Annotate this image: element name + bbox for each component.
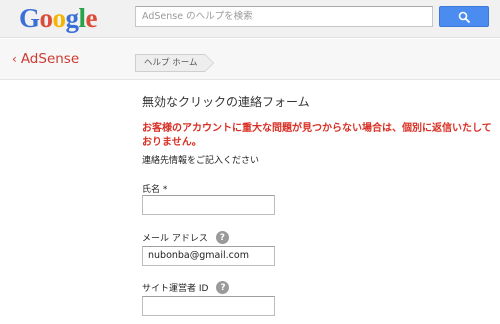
search-icon	[458, 11, 470, 23]
sub-header: ‹ AdSense ヘルプ ホーム	[0, 39, 500, 80]
logo-letter: g	[65, 3, 80, 33]
warning-message: お客様のアカウントに重大な問題が見つからない場合は、個別に返信いたしておりません…	[142, 123, 492, 148]
publisher-id-field[interactable]	[142, 296, 275, 316]
breadcrumb-help-home[interactable]: ヘルプ ホーム	[135, 54, 215, 72]
logo-letter: e	[85, 3, 98, 33]
email-label: メール アドレス ?	[142, 231, 229, 244]
name-label-text: 氏名 *	[142, 185, 168, 195]
name-label: 氏名 *	[142, 182, 167, 195]
logo-letter: G	[19, 3, 40, 33]
back-link-label: AdSense	[20, 51, 80, 67]
breadcrumb-label: ヘルプ ホーム	[144, 58, 198, 68]
top-bar: Google AdSense のヘルプを検索	[0, 0, 500, 38]
google-logo[interactable]: Google	[19, 3, 98, 33]
chevron-left-icon: ‹	[12, 52, 17, 66]
breadcrumb: ヘルプ ホーム	[135, 50, 215, 72]
publisher-id-label-text: サイト運営者 ID	[142, 284, 209, 294]
help-icon[interactable]: ?	[216, 281, 230, 294]
breadcrumb-arrow-fill	[205, 55, 214, 71]
logo-letter: l	[78, 3, 87, 33]
publisher-id-label: サイト運営者 ID ?	[142, 281, 230, 294]
intro-text: 連絡先情報をご記入ください	[142, 156, 260, 166]
search-input[interactable]: AdSense のヘルプを検索	[135, 6, 433, 27]
email-field[interactable]: nubonba@gmail.com	[142, 246, 275, 266]
help-icon[interactable]: ?	[215, 231, 229, 244]
logo-letter: o	[39, 3, 54, 33]
page-title: 無効なクリックの連絡フォーム	[142, 95, 310, 109]
search-button[interactable]	[439, 6, 489, 27]
adsense-back-link[interactable]: ‹ AdSense	[12, 50, 79, 68]
name-field[interactable]	[142, 195, 275, 215]
logo-letter: o	[52, 3, 67, 33]
email-label-text: メール アドレス	[142, 234, 208, 244]
